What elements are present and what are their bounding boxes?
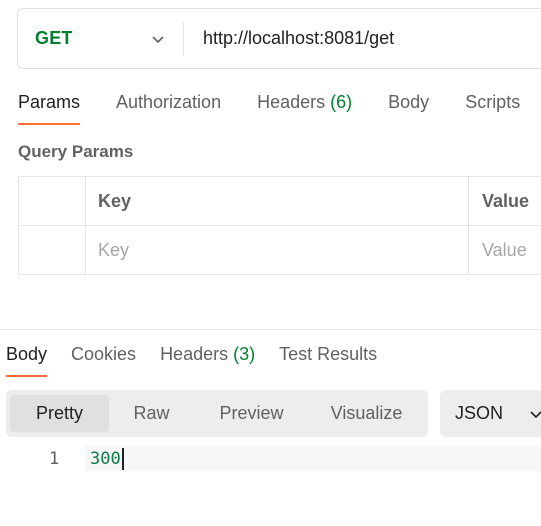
tab-params[interactable]: Params xyxy=(18,92,81,125)
active-line-highlight xyxy=(85,446,541,471)
chevron-down-icon xyxy=(152,35,164,43)
view-pretty-button[interactable]: Pretty xyxy=(10,395,109,432)
response-tab-headers[interactable]: Headers (3) xyxy=(160,344,255,377)
method-label: GET xyxy=(35,28,73,48)
request-tabs: Params Authorization Headers (6) Body Sc… xyxy=(18,92,541,128)
table-header-row: Key Value xyxy=(19,177,541,226)
pane-divider[interactable] xyxy=(0,329,541,330)
text-caret xyxy=(122,448,124,470)
response-value: 300 xyxy=(90,448,121,469)
query-params-table: Key Value Key Value xyxy=(18,176,541,275)
key-input[interactable]: Key xyxy=(86,226,469,275)
value-column-header: Value xyxy=(482,190,530,211)
tab-headers[interactable]: Headers (6) xyxy=(257,92,352,125)
checkbox-column-header xyxy=(19,177,86,225)
response-tab-cookies[interactable]: Cookies xyxy=(71,344,136,377)
tab-body[interactable]: Body xyxy=(388,92,429,125)
response-tab-test-results[interactable]: Test Results xyxy=(279,344,377,377)
method-select[interactable]: GET xyxy=(18,21,184,56)
line-number: 1 xyxy=(49,448,60,469)
response-headers-count: (3) xyxy=(233,344,256,364)
tab-authorization[interactable]: Authorization xyxy=(116,92,221,125)
row-checkbox-cell xyxy=(19,226,86,275)
view-preview-button[interactable]: Preview xyxy=(194,395,309,432)
view-raw-button[interactable]: Raw xyxy=(109,395,194,432)
response-body-editor[interactable]: 1 300 xyxy=(0,446,541,471)
tab-scripts[interactable]: Scripts xyxy=(465,92,520,125)
query-params-title: Query Params xyxy=(18,142,134,161)
url-bar: GET xyxy=(17,8,541,69)
url-input[interactable] xyxy=(203,28,523,49)
view-mode-selector: Pretty Raw Preview Visualize xyxy=(6,390,428,437)
view-visualize-button[interactable]: Visualize xyxy=(309,395,424,432)
response-tabs: Body Cookies Headers (3) Test Results xyxy=(6,344,401,377)
value-input[interactable]: Value xyxy=(469,226,541,275)
table-row: Key Value xyxy=(19,226,541,275)
postman-request-panel: GET Params Authorization Headers (6) Bod… xyxy=(0,0,541,526)
chevron-down-icon xyxy=(530,410,541,418)
format-select[interactable]: JSON xyxy=(440,390,541,437)
response-tab-body[interactable]: Body xyxy=(6,344,48,377)
key-column-header: Key xyxy=(86,177,469,225)
format-label: JSON xyxy=(455,403,504,423)
headers-count: (6) xyxy=(330,92,353,112)
